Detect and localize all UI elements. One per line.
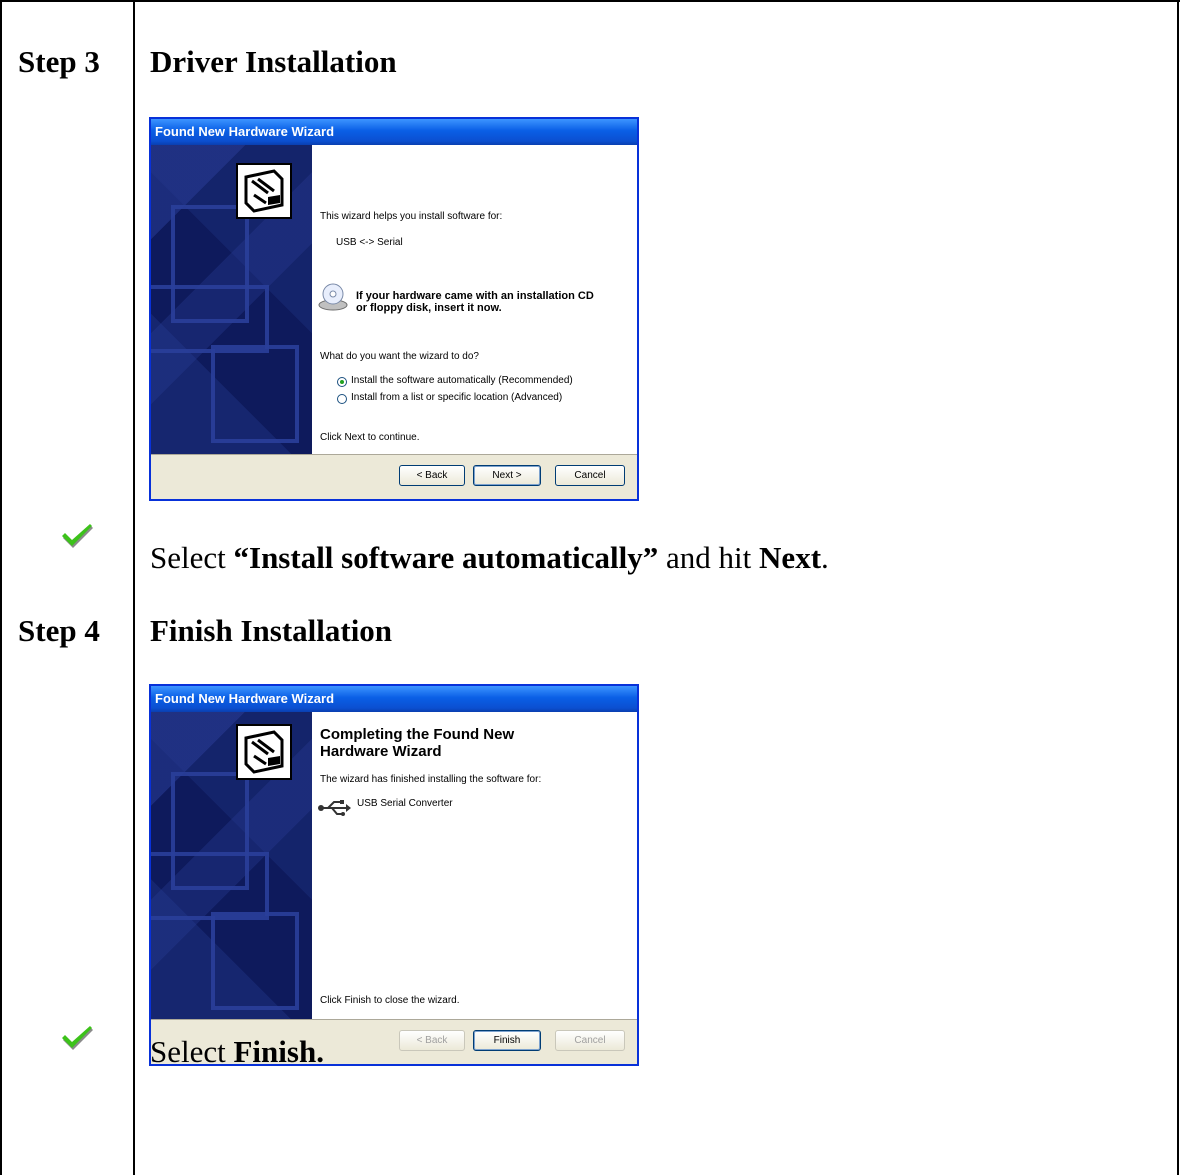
completion-heading-line2: Hardware Wizard [320,743,442,760]
wizard-footer-note: Click Finish to close the wizard. [320,995,460,1006]
wizard-titlebar: Found New Hardware Wizard [151,119,637,145]
checkmark-icon [62,1026,93,1050]
cancel-button[interactable]: Cancel [555,1030,625,1051]
cancel-button[interactable]: Cancel [555,465,625,486]
instruction-table: Step 3 Driver Installation Found New Har… [0,0,1180,1175]
wizard-button-bar: < Back Next > Cancel [151,454,637,499]
completion-heading-line1: Completing the Found New [320,726,515,743]
cd-note-line2: or floppy disk, insert it now. [356,302,502,314]
step-4-title: Finish Installation [150,613,393,648]
finish-button[interactable]: Finish [473,1030,541,1051]
wizard-question: What do you want the wizard to do? [320,351,479,362]
back-button[interactable]: < Back [399,465,465,486]
radio-install-automatic[interactable] [337,377,347,387]
wizard-intro: This wizard helps you install software f… [320,211,503,222]
found-new-hardware-wizard-step4: Found New Hardware Wizard Completing the… [149,684,639,1066]
step-3-title: Driver Installation [150,44,397,79]
hardware-icon [236,163,292,219]
back-button[interactable]: < Back [399,1030,465,1051]
table-border-left [0,0,2,1175]
wizard-content: This wizard helps you install software f… [312,145,637,455]
table-border-top [0,0,1180,2]
option-specific-label[interactable]: Install from a list or specific location… [351,392,562,403]
wizard-side-banner [151,145,312,455]
table-border-right [1177,0,1179,1175]
found-new-hardware-wizard-step3: Found New Hardware Wizard This wizard he… [149,117,639,501]
step-4-label: Step 4 [18,613,100,648]
wizard-intro: The wizard has finished installing the s… [320,774,542,785]
hardware-icon [236,724,292,780]
cd-icon [318,283,348,311]
wizard-content: Completing the Found New Hardware Wizard… [312,712,637,1020]
device-name: USB <-> Serial [336,237,403,248]
step-3-label: Step 3 [18,44,100,79]
column-divider [133,0,135,1175]
device-name: USB Serial Converter [357,798,453,809]
cd-note-line1: If your hardware came with an installati… [356,290,594,302]
next-button[interactable]: Next > [473,465,541,486]
wizard-titlebar: Found New Hardware Wizard [151,686,637,712]
step-4-instruction: Select Finish. [150,1034,324,1069]
radio-install-specific[interactable] [337,394,347,404]
step-3-instruction: Select “Install software automatically” … [150,540,829,575]
usb-icon [318,800,351,816]
checkmark-icon [62,524,93,548]
wizard-side-banner [151,712,312,1020]
wizard-footer-note: Click Next to continue. [320,432,420,443]
option-automatic-label[interactable]: Install the software automatically (Reco… [351,375,573,386]
